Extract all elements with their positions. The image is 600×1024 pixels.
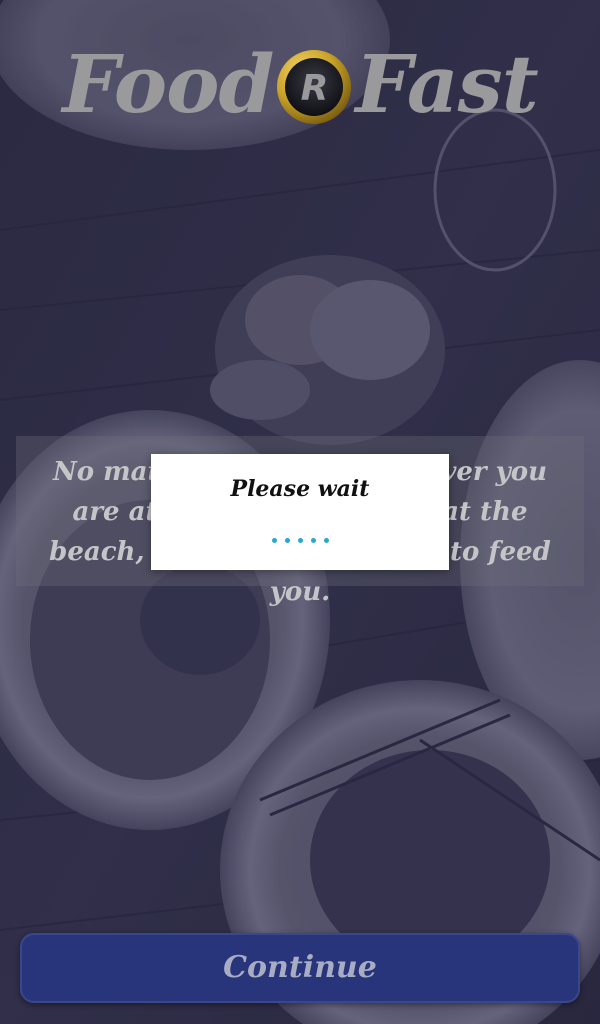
please-wait-dialog: Please wait xyxy=(151,454,449,570)
logo-word-left: Food xyxy=(62,37,274,132)
svg-text:R: R xyxy=(301,68,328,109)
app-logo: Food R Fast xyxy=(0,22,600,132)
continue-button[interactable]: Continue xyxy=(20,933,580,1003)
registered-mark-icon: R xyxy=(275,43,353,125)
dialog-title: Please wait xyxy=(230,476,370,502)
loading-dot xyxy=(310,538,316,543)
loading-dots-indicator xyxy=(151,538,449,548)
logo-word-right: Fast xyxy=(355,37,538,132)
loading-dot xyxy=(297,538,303,543)
loading-dot xyxy=(323,538,329,543)
loading-dot xyxy=(284,538,290,543)
loading-dot xyxy=(271,538,277,543)
